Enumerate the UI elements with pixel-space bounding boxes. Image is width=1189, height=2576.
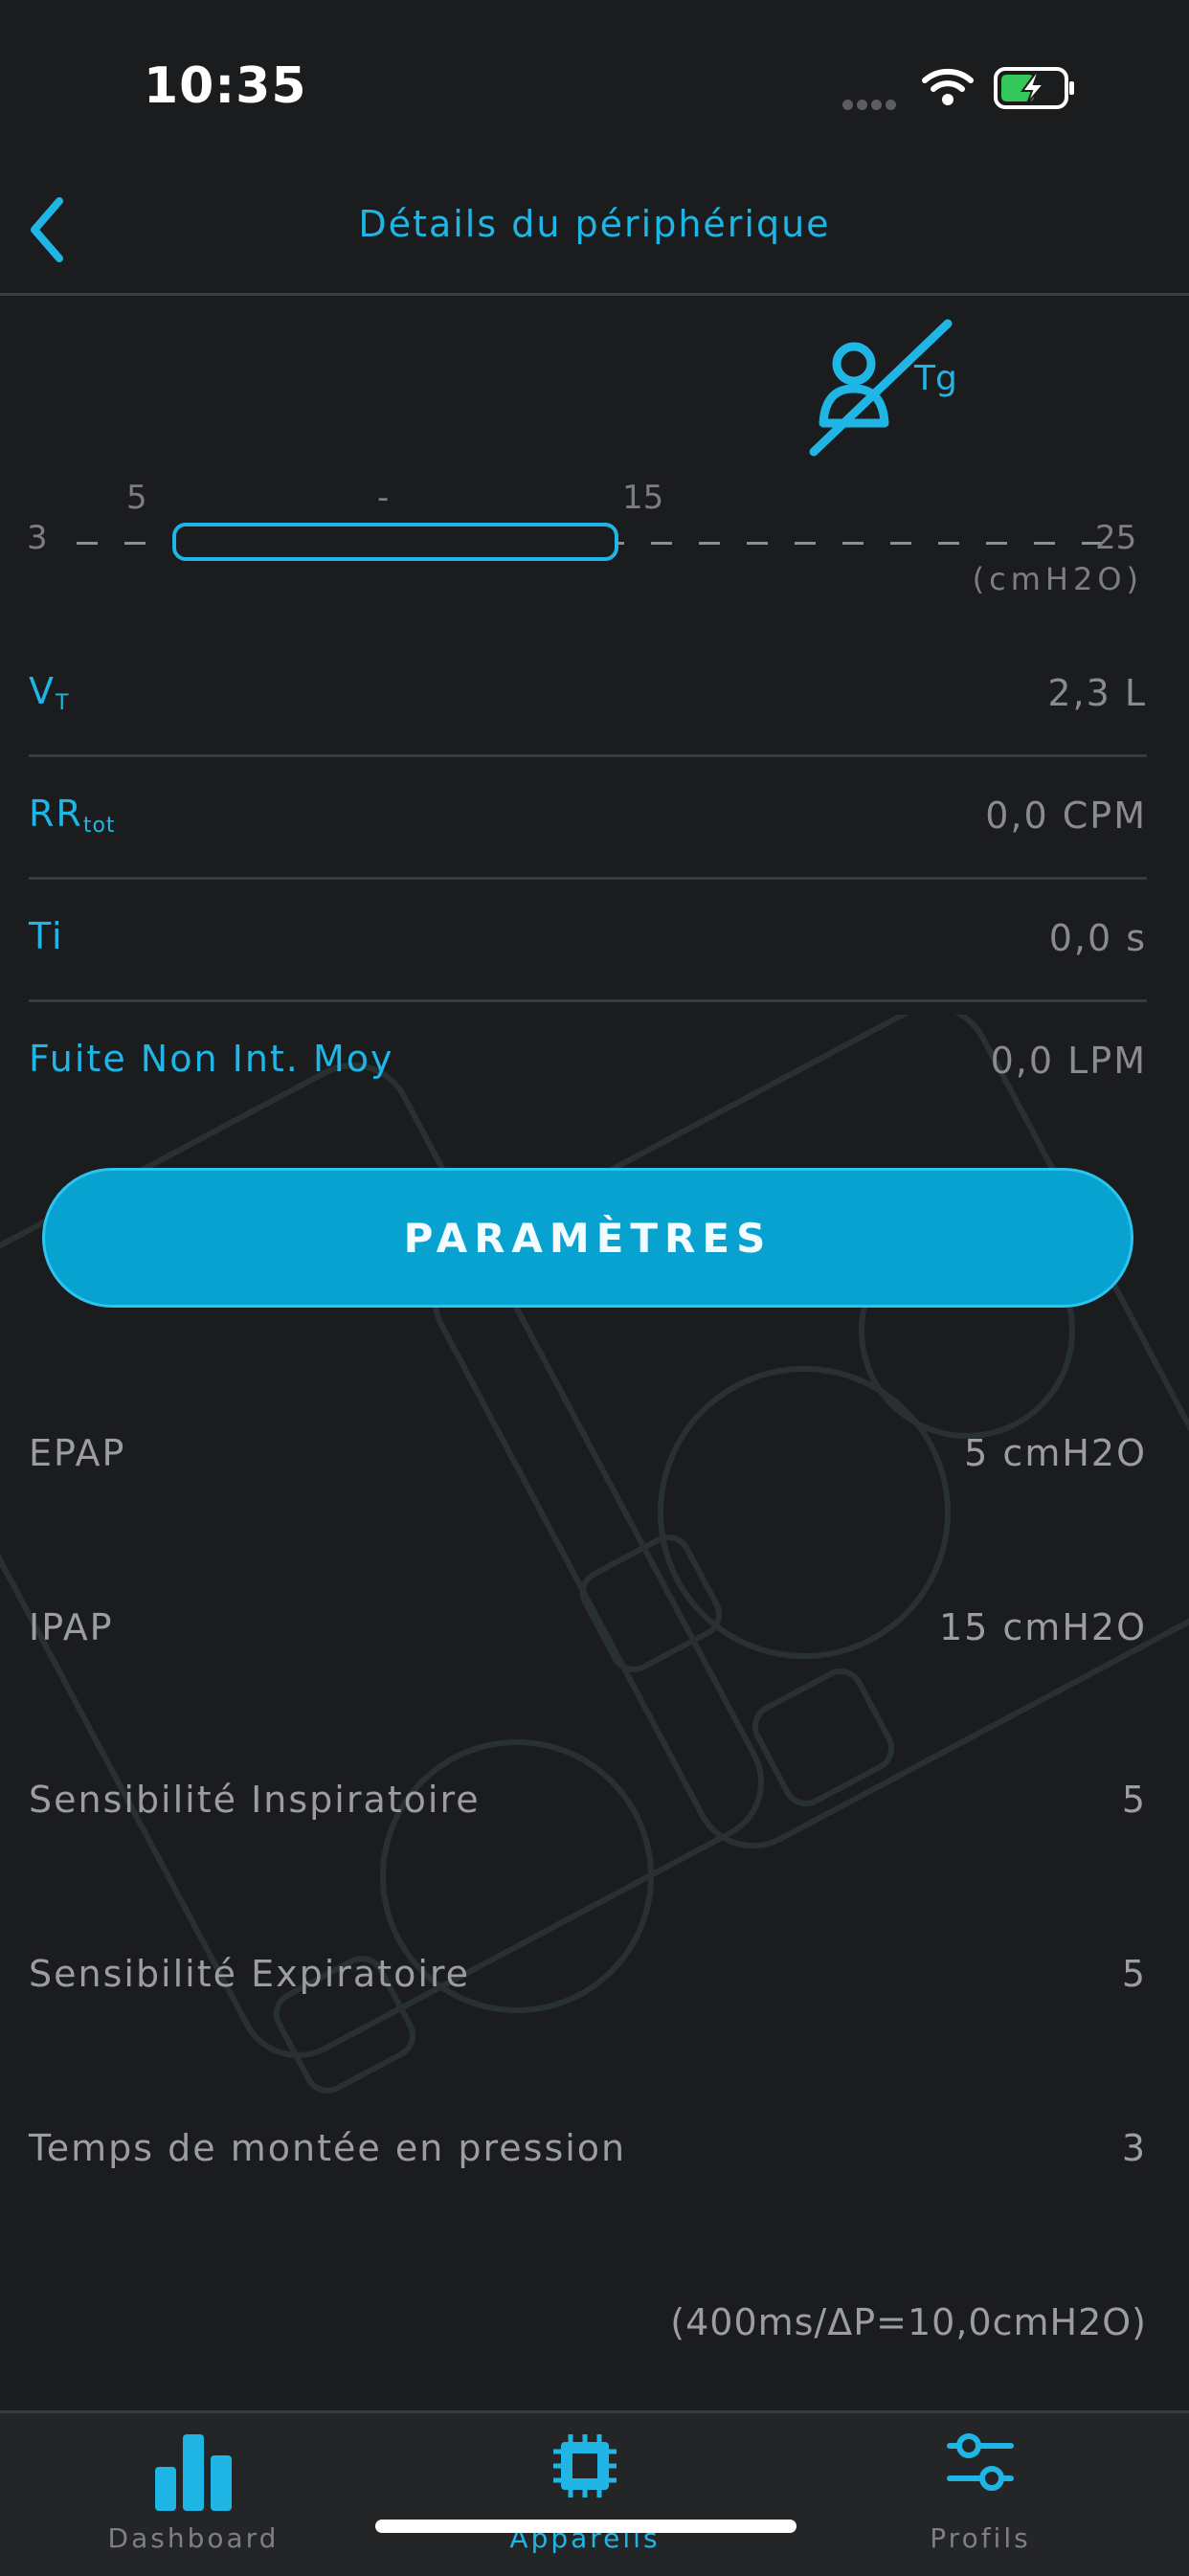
status-bar: 10:35	[0, 0, 1189, 172]
setting-label: Temps de montée en pression	[29, 2127, 627, 2169]
measurement-label: VT	[29, 670, 70, 715]
setting-row-ipap: IPAP 15 cmH2O	[29, 1606, 1147, 1664]
setting-row-rise-time: Temps de montée en pression 3	[29, 2127, 1147, 2184]
setting-value: 3	[1121, 2127, 1147, 2169]
measurement-row: Fuite Non Int. Moy 0,0 LPM	[29, 999, 1147, 1122]
setting-row-epap: EPAP 5 cmH2O	[29, 1432, 1147, 1490]
measurement-row: VT 2,3 L	[29, 632, 1147, 757]
measurement-row: RRtot 0,0 CPM	[29, 754, 1147, 880]
setting-label: Sensibilité Inspiratoire	[29, 1779, 481, 1821]
setting-label: IPAP	[29, 1606, 114, 1648]
tab-profils[interactable]: Profils	[837, 2413, 1124, 2576]
scale-max: 25	[1095, 519, 1137, 557]
measurement-value: 2,3 L	[1047, 672, 1147, 714]
pressure-range-bar	[172, 523, 618, 561]
rise-time-footnote: (400ms/ΔP=10,0cmH2O)	[670, 2301, 1147, 2343]
scale-unit: (cmH2O)	[972, 561, 1143, 597]
setting-label: EPAP	[29, 1432, 126, 1474]
scale-low-label: 5	[126, 479, 147, 517]
measurement-label: Fuite Non Int. Moy	[29, 1038, 394, 1080]
mode-label: Tg	[914, 359, 957, 398]
page-title: Détails du périphérique	[358, 203, 831, 245]
setting-row-insp-sensitivity: Sensibilité Inspiratoire 5	[29, 1779, 1147, 1836]
parameters-button[interactable]: PARAMÈTRES	[42, 1168, 1133, 1308]
scale-min: 3	[27, 519, 48, 557]
setting-value: 5	[1121, 1779, 1147, 1821]
measurement-row: Ti 0,0 s	[29, 877, 1147, 1002]
status-time: 10:35	[144, 57, 307, 115]
measurement-label: Ti	[29, 915, 64, 957]
tab-dashboard[interactable]: Dashboard	[50, 2413, 337, 2576]
setting-row-exp-sensitivity: Sensibilité Expiratoire 5	[29, 1953, 1147, 2010]
setting-value: 5 cmH2O	[964, 1432, 1147, 1474]
setting-value: 5	[1121, 1953, 1147, 1995]
cellular-signal-icon	[842, 96, 900, 114]
tab-appareils[interactable]: Appareils	[441, 2413, 729, 2576]
measurement-label: RRtot	[29, 793, 116, 838]
setting-value: 15 cmH2O	[938, 1606, 1147, 1648]
scale-high-label: 15	[622, 479, 664, 517]
battery-charging-icon	[994, 67, 1074, 109]
sliders-icon	[947, 2433, 1014, 2491]
measurement-value: 0,0 s	[1048, 917, 1147, 959]
home-indicator	[375, 2520, 796, 2533]
measurement-value: 0,0 CPM	[985, 795, 1147, 837]
chip-icon	[553, 2434, 617, 2498]
measurement-value: 0,0 LPM	[990, 1040, 1147, 1082]
wifi-icon	[922, 68, 974, 105]
tab-bar: Dashboard Appareils Profils	[0, 2410, 1189, 2576]
scale-mid-label: -	[377, 479, 390, 517]
setting-label: Sensibilité Expiratoire	[29, 1953, 471, 1995]
bar-chart-icon	[155, 2434, 232, 2511]
